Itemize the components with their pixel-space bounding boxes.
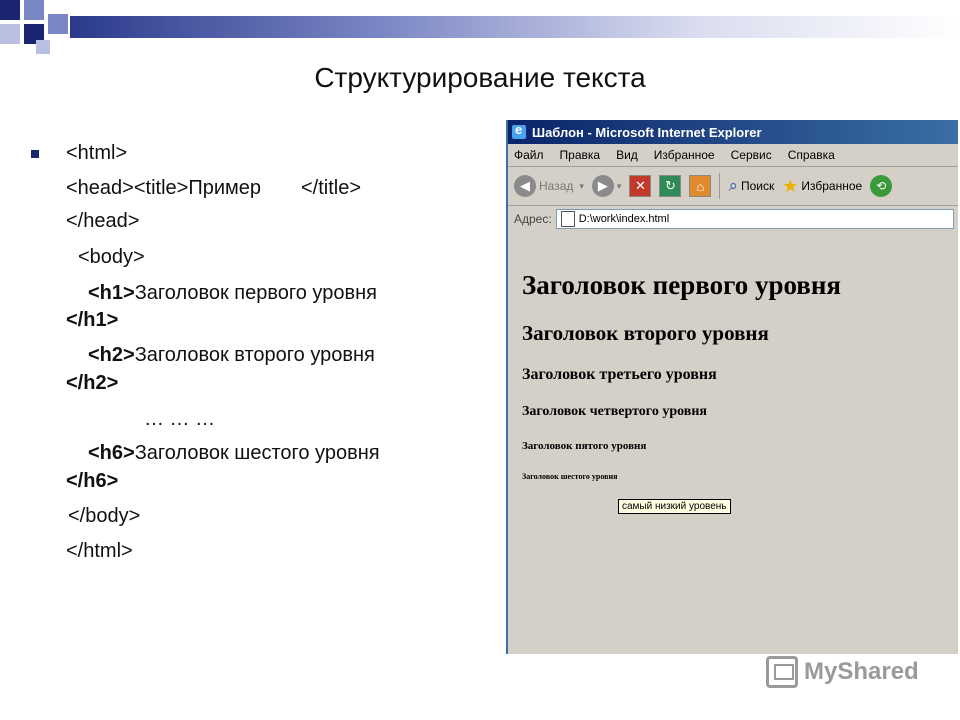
address-input[interactable]: D:\work\index.html: [555, 209, 954, 229]
watermark-text: MyShared: [804, 658, 919, 685]
search-button-label: Поиск: [740, 179, 775, 193]
code-line-body-close: </body>: [68, 505, 141, 527]
page-heading-h3: Заголовок третьего уровня: [522, 366, 717, 383]
code-h6-close: </h6>: [66, 470, 119, 492]
page-heading-h1: Заголовок первого уровня: [522, 270, 842, 300]
back-dropdown-icon: ▾: [579, 180, 584, 191]
page-icon: [560, 211, 575, 227]
code-line-head-close: </head>: [66, 210, 140, 232]
code-line-head-title: <head><title>Пример </title>: [66, 177, 361, 200]
page-heading-h2: Заголовок второго уровня: [522, 321, 769, 345]
forward-dropdown-icon: ▾: [616, 180, 622, 191]
browser-window-title: Шаблон - Microsoft Internet Explorer: [532, 124, 762, 140]
code-line-h1: <h1>Заголовок первого уровня: [88, 282, 377, 305]
search-button[interactable]: ⌕ Поиск: [728, 176, 774, 196]
code-listing: <html> <head><title>Пример </title> </hea…: [0, 0, 480, 720]
menu-item-help[interactable]: Справка: [788, 148, 835, 162]
code-line-h6: <h6>Заголовок шестого уровня: [88, 442, 380, 465]
page-heading-h6: Заголовок шестого уровня: [522, 472, 618, 481]
back-button[interactable]: ◀ Назад ▾: [514, 175, 584, 197]
code-h2-tag: <h2>: [88, 344, 135, 366]
forward-arrow-icon: ▶: [591, 175, 614, 197]
favorites-button-label: Избранное: [801, 179, 863, 193]
browser-titlebar: Шаблон - Microsoft Internet Explorer: [508, 120, 958, 144]
favorites-button[interactable]: ★ Избранное: [782, 176, 862, 197]
code-line-h6-close: </h6>: [66, 470, 118, 493]
menu-item-view[interactable]: Вид: [616, 148, 638, 162]
ie-logo-icon: [512, 122, 526, 139]
menu-item-favorites[interactable]: Избранное: [654, 148, 715, 162]
back-arrow-icon: ◀: [514, 175, 536, 197]
code-line-body-open: <body>: [78, 246, 145, 268]
code-h1-text: Заголовок первого уровня: [134, 282, 377, 304]
code-h1-tag: <h1>: [88, 282, 135, 304]
page-heading-h4: Заголовок четвертого уровня: [522, 404, 707, 419]
stop-button[interactable]: ✕: [629, 175, 652, 197]
history-button[interactable]: ⟲: [870, 175, 893, 197]
back-button-label: Назад: [539, 179, 574, 193]
code-h6-text: Заголовок шестого уровня: [134, 442, 380, 464]
toolbar-separator: [719, 173, 721, 199]
address-label: Адрес:: [514, 212, 552, 226]
browser-window: Шаблон - Microsoft Internet Explorer Фай…: [506, 120, 958, 654]
code-line-ellipsis: … … …: [144, 408, 216, 430]
page-heading-h5: Заголовок пятого уровня: [522, 440, 647, 452]
code-h6-tag: <h6>: [88, 442, 135, 464]
home-button[interactable]: ⌂: [689, 175, 712, 197]
browser-menubar: Файл Правка Вид Избранное Сервис Справка: [508, 144, 958, 167]
code-h1-close: </h1>: [66, 309, 119, 331]
search-icon: ⌕: [728, 176, 738, 195]
bullet-icon: [31, 150, 39, 158]
code-head-title-text: <head><title>Пример: [66, 177, 261, 199]
code-h2-close: </h2>: [66, 372, 119, 394]
tooltip: самый низкий уровень: [618, 499, 731, 514]
menu-item-edit[interactable]: Правка: [560, 148, 601, 162]
forward-button[interactable]: ▶ ▾: [591, 175, 622, 197]
menu-item-file[interactable]: Файл: [514, 148, 544, 162]
address-value: D:\work\index.html: [578, 213, 670, 225]
watermark-logo: MyShared: [766, 656, 919, 688]
browser-toolbar: ◀ Назад ▾ ▶ ▾ ✕ ↻ ⌂ ⌕ Поиск ★ Избранное …: [508, 167, 958, 206]
code-line-h1-close: </h1>: [66, 309, 118, 332]
code-line-h2: <h2>Заголовок второго уровня: [88, 344, 375, 367]
code-line-html-close: </html>: [66, 540, 133, 562]
code-line-h2-close: </h2>: [66, 372, 118, 395]
code-title-close: </title>: [301, 177, 362, 199]
refresh-button[interactable]: ↻: [659, 175, 682, 197]
code-line-html-open: <html>: [66, 142, 128, 164]
address-bar: Адрес: D:\work\index.html: [508, 206, 958, 233]
watermark-icon: [766, 656, 798, 688]
browser-page-content: Заголовок первого уровня Заголовок второ…: [508, 232, 958, 654]
star-icon: ★: [782, 175, 799, 196]
code-h2-text: Заголовок второго уровня: [134, 344, 375, 366]
menu-item-tools[interactable]: Сервис: [731, 148, 772, 162]
